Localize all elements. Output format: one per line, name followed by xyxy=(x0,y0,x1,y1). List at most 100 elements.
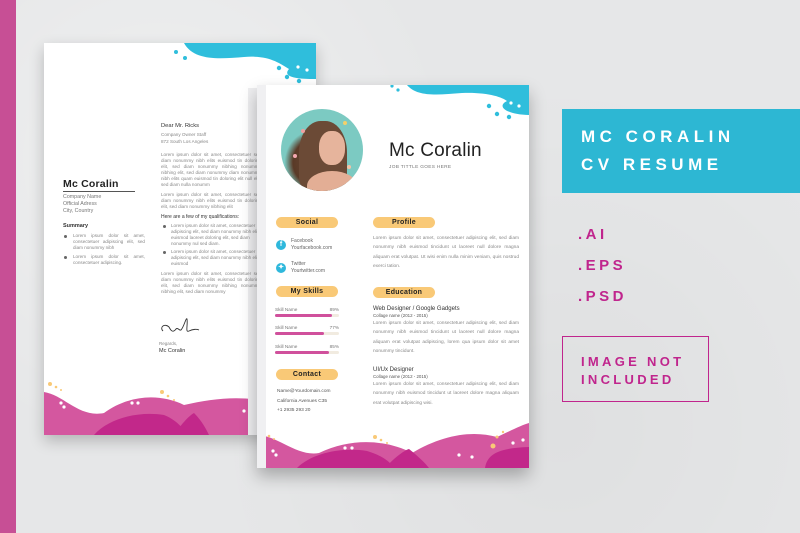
skill-bar-track xyxy=(275,314,339,317)
summary-item: Lorem ipsum dolor sit amet, consectetuer… xyxy=(63,254,145,266)
format-psd: .PSD xyxy=(578,288,628,305)
education-text: Lorem ipsum dolor sit amet, consectetuer… xyxy=(373,382,519,406)
wave-dot xyxy=(296,65,300,69)
confetti xyxy=(343,121,347,125)
confetti-dot xyxy=(386,442,388,444)
wave-dot xyxy=(506,114,512,120)
profile-text: Lorem ipsum dolor sit amet, consectetuer… xyxy=(373,236,519,269)
qualification-item: Lorem ipsum dolor sit amet, consectetuer… xyxy=(161,249,261,267)
profile-photo xyxy=(281,109,363,191)
banner-title-line1: MC CORALIN xyxy=(581,127,735,146)
skill-name: Skill Name xyxy=(275,344,298,349)
recipient-address: Company Owner Staff 872 South Los Angele… xyxy=(161,131,261,145)
summary-list: Lorem ipsum dolor sit amet, consectetuer… xyxy=(63,233,145,269)
qualifications-list: Lorem ipsum dolor sit amet, consectetuer… xyxy=(161,223,261,267)
education-text: Lorem ipsum dolor sit amet, consectetuer… xyxy=(373,321,519,354)
bubble-dot xyxy=(242,409,246,413)
letter-body: Dear Mr. Ricks Company Owner Staff 872 S… xyxy=(161,123,261,299)
wave-dot xyxy=(390,85,394,88)
top-wave-shape xyxy=(184,43,316,79)
profile-heading: Profile xyxy=(373,217,435,228)
address-line: Company Owner Staff xyxy=(161,132,207,137)
wave-dot xyxy=(305,68,309,72)
bubble-dot xyxy=(274,453,278,457)
qualification-item: Lorem ipsum dolor sit amet, consectetuer… xyxy=(161,223,261,247)
skill-bar-fill xyxy=(275,314,332,317)
wave-dot xyxy=(486,103,492,109)
confetti-dot xyxy=(495,435,499,439)
bubble-dot xyxy=(271,449,275,453)
regards-text: Regards, xyxy=(159,341,178,346)
name-divider xyxy=(63,191,135,192)
bubble-dot xyxy=(62,405,66,409)
confetti-dot xyxy=(490,443,496,449)
skill-percent: 77% xyxy=(329,325,339,330)
social-value: Yourtwitter.com xyxy=(291,267,325,274)
education-item: Web Designer / Google Gadgets Collage na… xyxy=(373,305,519,356)
pink-side-bar xyxy=(0,0,16,533)
confetti-dot xyxy=(379,438,383,442)
cover-letter-info: Company Name Official Adress City, Count… xyxy=(63,194,101,215)
bubble-dot xyxy=(136,401,140,405)
education-heading: Education xyxy=(373,287,435,298)
contact-details: Name@Yourdomain.com California Avenues C… xyxy=(277,387,331,416)
signature-name: Mc Coralin xyxy=(159,348,186,354)
wave-dot xyxy=(517,104,521,108)
skill-bar-track xyxy=(275,332,339,335)
twitter-icon: ✦ xyxy=(276,262,286,273)
image-not-included-box: IMAGE NOT INCLUDED xyxy=(562,336,709,402)
skill-bar-fill xyxy=(275,351,330,354)
summary-heading: Summary xyxy=(63,223,89,229)
skill-name: Skill Name xyxy=(275,325,298,330)
summary-item: Lorem ipsum dolor sit amet, consectetuer… xyxy=(63,233,145,251)
confetti-dot xyxy=(48,382,52,386)
confetti xyxy=(301,129,305,133)
skill-name: Skill Name xyxy=(275,307,298,312)
wave-dot xyxy=(509,101,513,105)
bubble-dot xyxy=(470,455,474,459)
confetti-dot xyxy=(273,438,275,440)
skill-item: Skill Name 77% xyxy=(275,325,339,335)
wave-dot xyxy=(494,111,500,117)
photo-shoulder xyxy=(307,171,357,191)
skills-heading: My Skills xyxy=(276,286,338,297)
bubble-dot xyxy=(521,438,525,442)
skill-bar-track xyxy=(275,351,339,354)
bubble-dot xyxy=(457,453,461,457)
wave-dot xyxy=(284,74,290,80)
confetti-dot xyxy=(166,394,170,398)
wave-dot xyxy=(396,88,400,92)
resume-name: Mc Coralin xyxy=(389,140,482,161)
skill-percent: 85% xyxy=(329,344,339,349)
resume-page: Mc Coralin JOB TITTLE GOES HERE Social f… xyxy=(257,85,529,468)
confetti-dot xyxy=(267,434,271,438)
skill-item: Skill Name 89% xyxy=(275,307,339,317)
confetti-dot xyxy=(501,430,505,434)
confetti-dot xyxy=(54,385,58,389)
title-banner: MC CORALIN CV RESUME xyxy=(562,109,800,193)
bubble-dot xyxy=(511,441,515,445)
salutation: Dear Mr. Ricks xyxy=(161,123,200,129)
contact-email[interactable]: Name@Yourdomain.com xyxy=(277,387,331,397)
address-line: 872 South Los Angeles xyxy=(161,139,209,144)
contact-phone: +1 2935 293 20 xyxy=(277,408,311,413)
social-item-twitter[interactable]: ✦ Twitter Yourtwitter.com xyxy=(276,261,325,274)
education-title: UI/Ux Designer xyxy=(373,367,414,373)
education-title: Web Designer / Google Gadgets xyxy=(373,306,460,312)
contact-heading: Contact xyxy=(276,369,338,380)
format-eps: .EPS xyxy=(578,257,627,274)
page-edge-strip xyxy=(257,85,266,468)
letter-paragraph: Lorem ipsum dolor sit amet, consectetuer… xyxy=(161,152,261,187)
contact-address: California Avenues C35 xyxy=(277,398,328,404)
notice-line1: IMAGE NOT xyxy=(581,354,685,369)
confetti-dot xyxy=(160,390,164,394)
info-line: City, Country xyxy=(63,208,94,214)
signature-icon xyxy=(161,318,200,332)
social-item-facebook[interactable]: f Facebook Yourfacebook.com xyxy=(276,238,332,251)
bubble-dot xyxy=(343,446,347,450)
social-heading: Social xyxy=(276,217,338,228)
closing-paragraph: Lorem ipsum dolor sit amet, consectetuer… xyxy=(161,271,261,294)
confetti-dot xyxy=(173,399,175,401)
job-title: JOB TITTLE GOES HERE xyxy=(389,165,452,170)
wave-dot xyxy=(276,65,282,71)
